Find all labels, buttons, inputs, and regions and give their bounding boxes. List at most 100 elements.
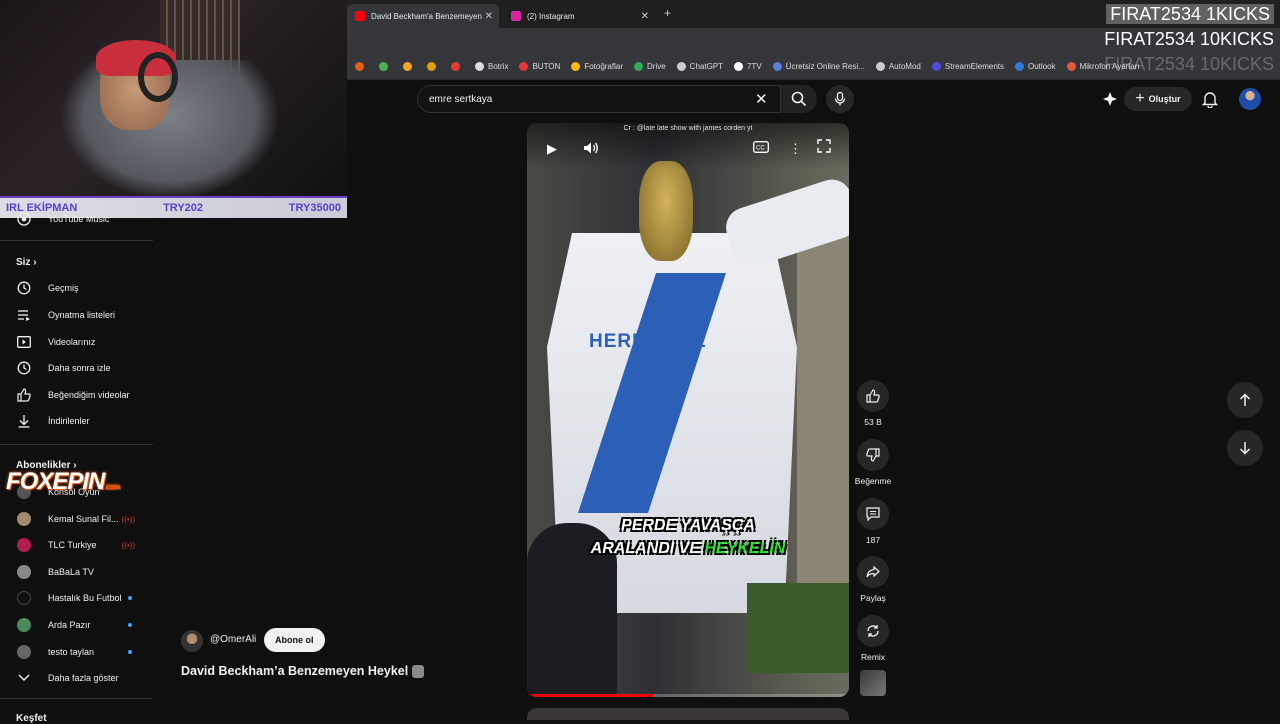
bookmark-automod[interactable]: AutoMod — [875, 62, 921, 71]
live-icon: ((•)) — [121, 514, 135, 524]
sidebar-subscription[interactable]: Hastalık Bu Futbol — [0, 585, 153, 611]
search-value: emre sertkaya — [429, 93, 493, 105]
sidebar-item-downloads[interactable]: İndirilenler — [0, 408, 153, 434]
bookmark-streamelements[interactable]: StreamElements — [931, 62, 1004, 71]
search-input[interactable]: emre sertkaya — [417, 85, 781, 113]
sidebar-subscription[interactable]: Arda Pazır — [0, 612, 153, 638]
new-tab-button[interactable]: + — [664, 6, 671, 20]
tab-title: David Beckham'a Benzemeyen — [371, 11, 482, 21]
video-progress-bar[interactable] — [527, 694, 849, 697]
comment-count: 187 — [865, 535, 881, 545]
video-controls: Cr : @late late show with james corden y… — [527, 123, 849, 169]
buton-icon — [519, 62, 529, 71]
gemini-sparkle-icon[interactable] — [1102, 91, 1118, 112]
dislike-button[interactable]: Beğenme — [853, 439, 893, 486]
bookmark-icon-3[interactable] — [403, 62, 416, 71]
sidebar-item-history[interactable]: Geçmiş — [0, 275, 153, 301]
voice-search-button[interactable] — [826, 85, 854, 113]
subtitle-line-2: ARALANDI VE HEYKELİN — [590, 540, 786, 557]
svg-text:CC: CC — [756, 146, 765, 152]
bookmark-7tv[interactable]: 7TV — [734, 62, 762, 71]
subscription-label: TLC Turkiye — [48, 540, 97, 550]
bookmark-icon-1[interactable] — [355, 62, 368, 71]
youtube-music-icon — [16, 212, 32, 226]
close-tab-icon[interactable]: ✕ — [485, 11, 493, 22]
shorts-video-player[interactable]: HERBALIFE Cr : @late late show with jame… — [527, 123, 849, 697]
like-button[interactable]: 53 B — [853, 380, 893, 427]
sidebar-item-label: İndirilenler — [48, 416, 90, 426]
tab-instagram[interactable]: (2) Instagram ✕ — [503, 4, 655, 28]
liked-icon — [16, 388, 32, 402]
sidebar-item-label: Oynatma listeleri — [48, 310, 116, 320]
irl-price-1: TRY202 — [163, 202, 204, 214]
captions-icon[interactable]: CC — [753, 141, 769, 156]
kick-alert-2: FIRAT2534 10KICKS — [1104, 29, 1274, 49]
bookmark-icon-5[interactable] — [451, 62, 464, 71]
channel-avatar — [17, 565, 31, 579]
clear-search-icon[interactable]: ✕ — [755, 90, 768, 108]
volume-icon[interactable] — [583, 141, 599, 158]
bookmark-buton[interactable]: BUTON — [519, 62, 560, 71]
channel-avatar — [17, 538, 31, 552]
next-short-button[interactable] — [1227, 430, 1263, 466]
bookmark-drive[interactable]: Drive — [634, 62, 666, 71]
bookmark-online-resize[interactable]: Ücretsiz Online Resi... — [772, 62, 865, 71]
channel-handle[interactable]: @OmerAli — [210, 634, 256, 645]
close-tab-icon[interactable]: ✕ — [641, 11, 649, 22]
bookmark-photos[interactable]: Fotoğraflar — [571, 62, 623, 71]
sidebar-subscription[interactable]: BaBaLa TV — [0, 559, 153, 585]
bookmark-chatgpt[interactable]: ChatGPT — [676, 62, 723, 71]
comment-icon — [857, 498, 889, 530]
live-icon: ((•)) — [121, 540, 135, 550]
chatgpt-icon — [676, 62, 686, 71]
dislike-label: Beğenme — [854, 476, 892, 486]
search-icon — [791, 91, 807, 107]
youtube-favicon-icon — [355, 11, 365, 21]
subscribe-button[interactable]: Abone ol — [264, 628, 325, 652]
comments-button[interactable]: 187 — [853, 498, 893, 545]
more-options-icon[interactable]: ⋮ — [789, 141, 802, 157]
kick-alerts: FIRAT2534 1KICKS FIRAT2534 10KICKS FIRAT… — [1104, 2, 1274, 77]
streamelements-icon — [931, 62, 941, 71]
sidebar-subscription[interactable]: TLC Turkiye ((•)) — [0, 532, 153, 558]
playlist-icon — [16, 309, 32, 321]
sidebar-subscription[interactable]: testo taylan — [0, 639, 153, 665]
bookmark-icon-4[interactable] — [427, 62, 440, 71]
play-icon[interactable]: ▶ — [547, 141, 557, 157]
sidebar-item-youtube-music[interactable]: YouTube Music — [0, 206, 153, 232]
share-button[interactable]: Paylaş — [853, 556, 893, 603]
sidebar-show-more[interactable]: Daha fazla göster — [0, 665, 153, 691]
bookmark-icon-2[interactable] — [379, 62, 392, 71]
channel-avatar[interactable] — [181, 630, 203, 652]
divider — [0, 444, 153, 445]
sidebar-item-playlists[interactable]: Oynatma listeleri — [0, 302, 153, 328]
notifications-bell-icon[interactable] — [1201, 90, 1219, 113]
sidebar-item-watch-later[interactable]: Daha sonra izle — [0, 355, 153, 381]
sound-channel-thumbnail[interactable] — [860, 670, 886, 696]
divider — [0, 698, 153, 699]
remix-button[interactable]: Remix — [853, 615, 893, 662]
previous-short-button[interactable] — [1227, 382, 1263, 418]
7tv-icon — [734, 62, 744, 71]
sidebar-item-liked-videos[interactable]: Beğendiğim videolar — [0, 382, 153, 408]
instagram-favicon-icon — [511, 11, 521, 21]
drive-icon — [634, 62, 643, 71]
next-short-preview[interactable] — [527, 708, 849, 720]
sidebar-subscription[interactable]: Kemal Sunal Fil... ((•)) — [0, 506, 153, 532]
fullscreen-icon[interactable] — [817, 139, 831, 156]
tab-youtube[interactable]: David Beckham'a Benzemeyen ✕ — [347, 4, 499, 28]
sidebar-item-your-videos[interactable]: Videolarınız — [0, 329, 153, 355]
remix-label: Remix — [860, 652, 886, 662]
you-heading[interactable]: Siz › — [16, 257, 37, 268]
arrow-down-icon — [1239, 442, 1251, 455]
account-avatar[interactable] — [1239, 88, 1261, 110]
subscription-label: testo taylan — [48, 647, 95, 657]
bookmark-botrix[interactable]: Botrix — [475, 62, 508, 71]
kick-alert-1: FIRAT2534 1KICKS — [1106, 4, 1274, 24]
sidebar-item-label: Daha sonra izle — [48, 363, 111, 373]
bookmark-outlook[interactable]: Outlook — [1015, 62, 1056, 71]
new-content-dot — [128, 596, 132, 600]
video-pillar — [797, 223, 849, 643]
create-button[interactable]: + Oluştur — [1124, 87, 1192, 111]
search-button[interactable] — [781, 85, 817, 113]
